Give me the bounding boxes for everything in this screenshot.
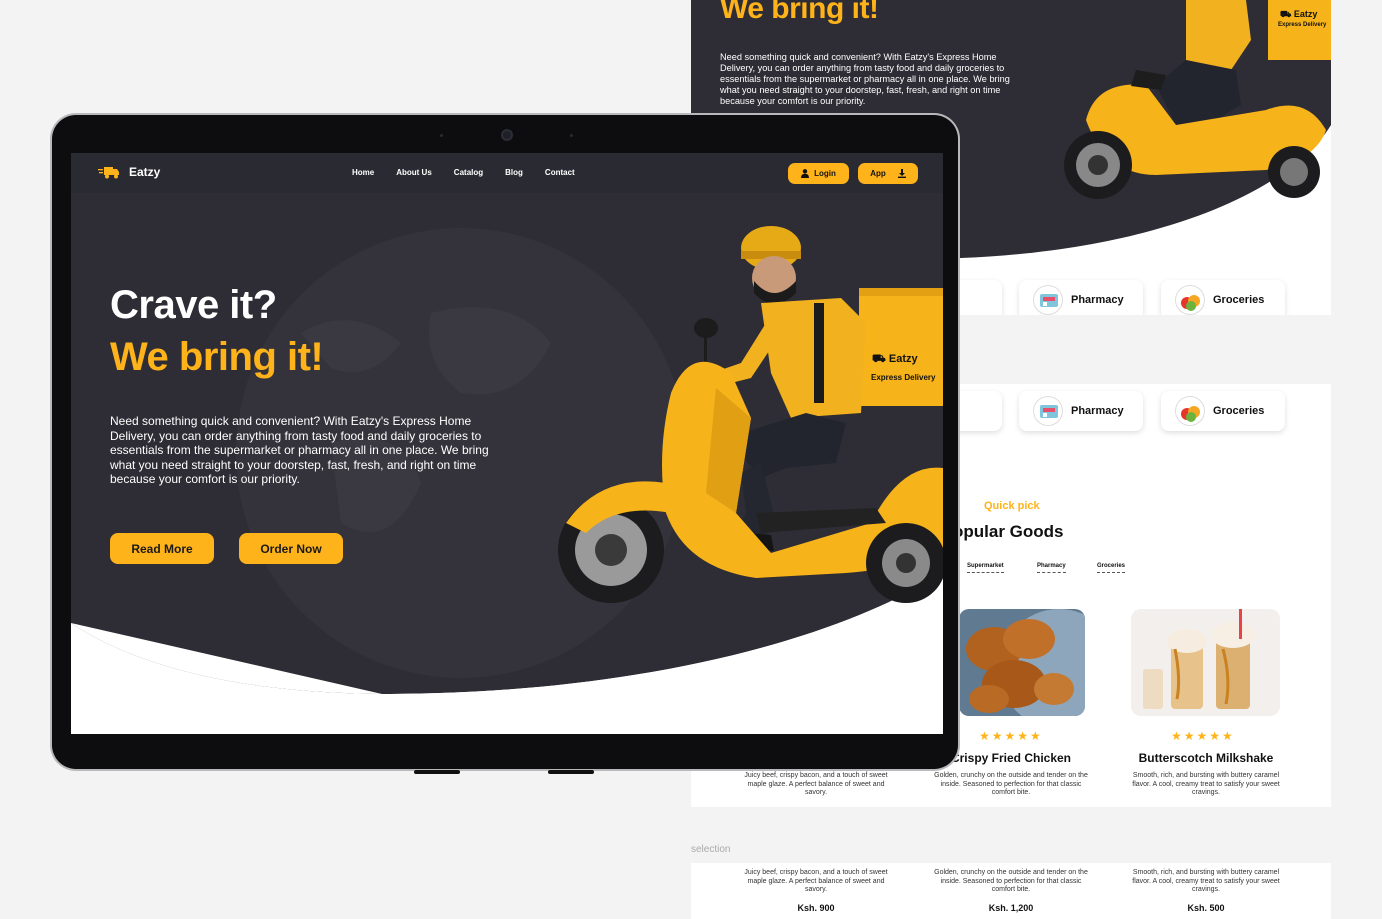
nav-blog[interactable]: Blog [505, 168, 523, 177]
category-pharmacy-2[interactable]: Pharmacy [1019, 391, 1143, 431]
hero-preview-paragraph: Need something quick and convenient? Wit… [720, 52, 1010, 106]
groceries-icon [1175, 285, 1205, 315]
tab-supermarket[interactable]: Supermarket [967, 563, 1004, 573]
food-desc: Golden, crunchy on the outside and tende… [934, 772, 1088, 796]
hero-title-line1: Crave it? [110, 283, 277, 327]
delivery-truck-icon [98, 167, 119, 179]
app-download-button[interactable]: App [858, 163, 918, 184]
order-now-button[interactable]: Order Now [239, 533, 343, 564]
selection-panel: Juicy beef, crispy bacon, and a touch of… [691, 863, 1331, 919]
bag-brand: ⛟ Eatzy [872, 353, 918, 365]
bag-sub: Express Delivery [1278, 22, 1327, 28]
sensor [440, 134, 443, 137]
food-title: Crispy Fried Chicken [950, 751, 1072, 765]
category-pharmacy[interactable]: Pharmacy [1019, 280, 1143, 315]
tab-pharmacy[interactable]: Pharmacy [1037, 563, 1066, 573]
delivery-rider-image [1064, 0, 1331, 199]
bag-sub: Express Delivery [871, 373, 936, 382]
pharmacy-icon [1033, 285, 1063, 315]
food-desc: Golden, crunchy on the outside and tende… [934, 869, 1088, 893]
nav-about[interactable]: About Us [396, 168, 432, 177]
hero-paragraph: Need something quick and convenient? Wit… [110, 414, 489, 487]
hero-title-line2: We bring it! [110, 335, 324, 379]
food-desc: Smooth, rich, and bursting with buttery … [1132, 772, 1280, 796]
brand-name: Eatzy [129, 165, 161, 179]
user-icon [801, 169, 810, 178]
hero-section: Crave it? We bring it! Need something qu… [71, 193, 943, 734]
hero-preview-title: We bring it! [720, 0, 879, 25]
read-more-button[interactable]: Read More [110, 533, 214, 564]
brand[interactable]: Eatzy [98, 165, 160, 179]
delivery-rider-image [558, 226, 943, 603]
milkshake-image [1131, 609, 1280, 716]
category-groceries-2[interactable]: Groceries [1161, 391, 1285, 431]
section-eyebrow: Quick pick [984, 500, 1040, 512]
nav-contact[interactable]: Contact [545, 168, 575, 177]
food-title: Butterscotch Milkshake [1138, 751, 1274, 765]
delivery-truck-icon: ⛟ [1280, 9, 1292, 19]
food-desc: Juicy beef, crispy bacon, and a touch of… [744, 869, 888, 893]
pharmacy-icon [1033, 396, 1063, 426]
nav-home[interactable]: Home [352, 168, 374, 177]
nav-links: Home About Us Catalog Blog Contact [352, 168, 575, 177]
bag-brand: ⛟ Eatzy [1280, 9, 1318, 19]
fried-chicken-image [959, 609, 1085, 716]
rating-stars: ★★★★★ [979, 729, 1043, 743]
tablet-mockup: Eatzy Home About Us Catalog Blog Contact… [50, 113, 960, 771]
nav-catalog[interactable]: Catalog [454, 168, 483, 177]
tablet-button [414, 770, 460, 774]
tablet-screen: Eatzy Home About Us Catalog Blog Contact… [71, 153, 943, 734]
category-groceries[interactable]: Groceries [1161, 280, 1285, 315]
food-desc: Juicy beef, crispy bacon, and a touch of… [744, 772, 888, 796]
price: Ksh. 900 [797, 903, 835, 913]
navbar: Eatzy Home About Us Catalog Blog Contact… [71, 153, 943, 193]
tablet-bezel: Eatzy Home About Us Catalog Blog Contact… [52, 115, 958, 769]
tablet-button [548, 770, 594, 774]
tab-groceries[interactable]: Groceries [1097, 563, 1126, 573]
sensor [570, 134, 573, 137]
section-label: selection [691, 844, 731, 855]
rating-stars: ★★★★★ [1171, 729, 1235, 743]
price: Ksh. 500 [1187, 903, 1225, 913]
food-desc: Smooth, rich, and bursting with buttery … [1132, 869, 1280, 893]
price: Ksh. 1,200 [988, 903, 1034, 913]
download-icon [897, 169, 906, 178]
delivery-truck-icon: ⛟ [872, 353, 886, 365]
groceries-icon [1175, 396, 1205, 426]
login-button[interactable]: Login [788, 163, 849, 184]
camera [501, 129, 513, 141]
section-title: opular Goods [953, 522, 1064, 541]
